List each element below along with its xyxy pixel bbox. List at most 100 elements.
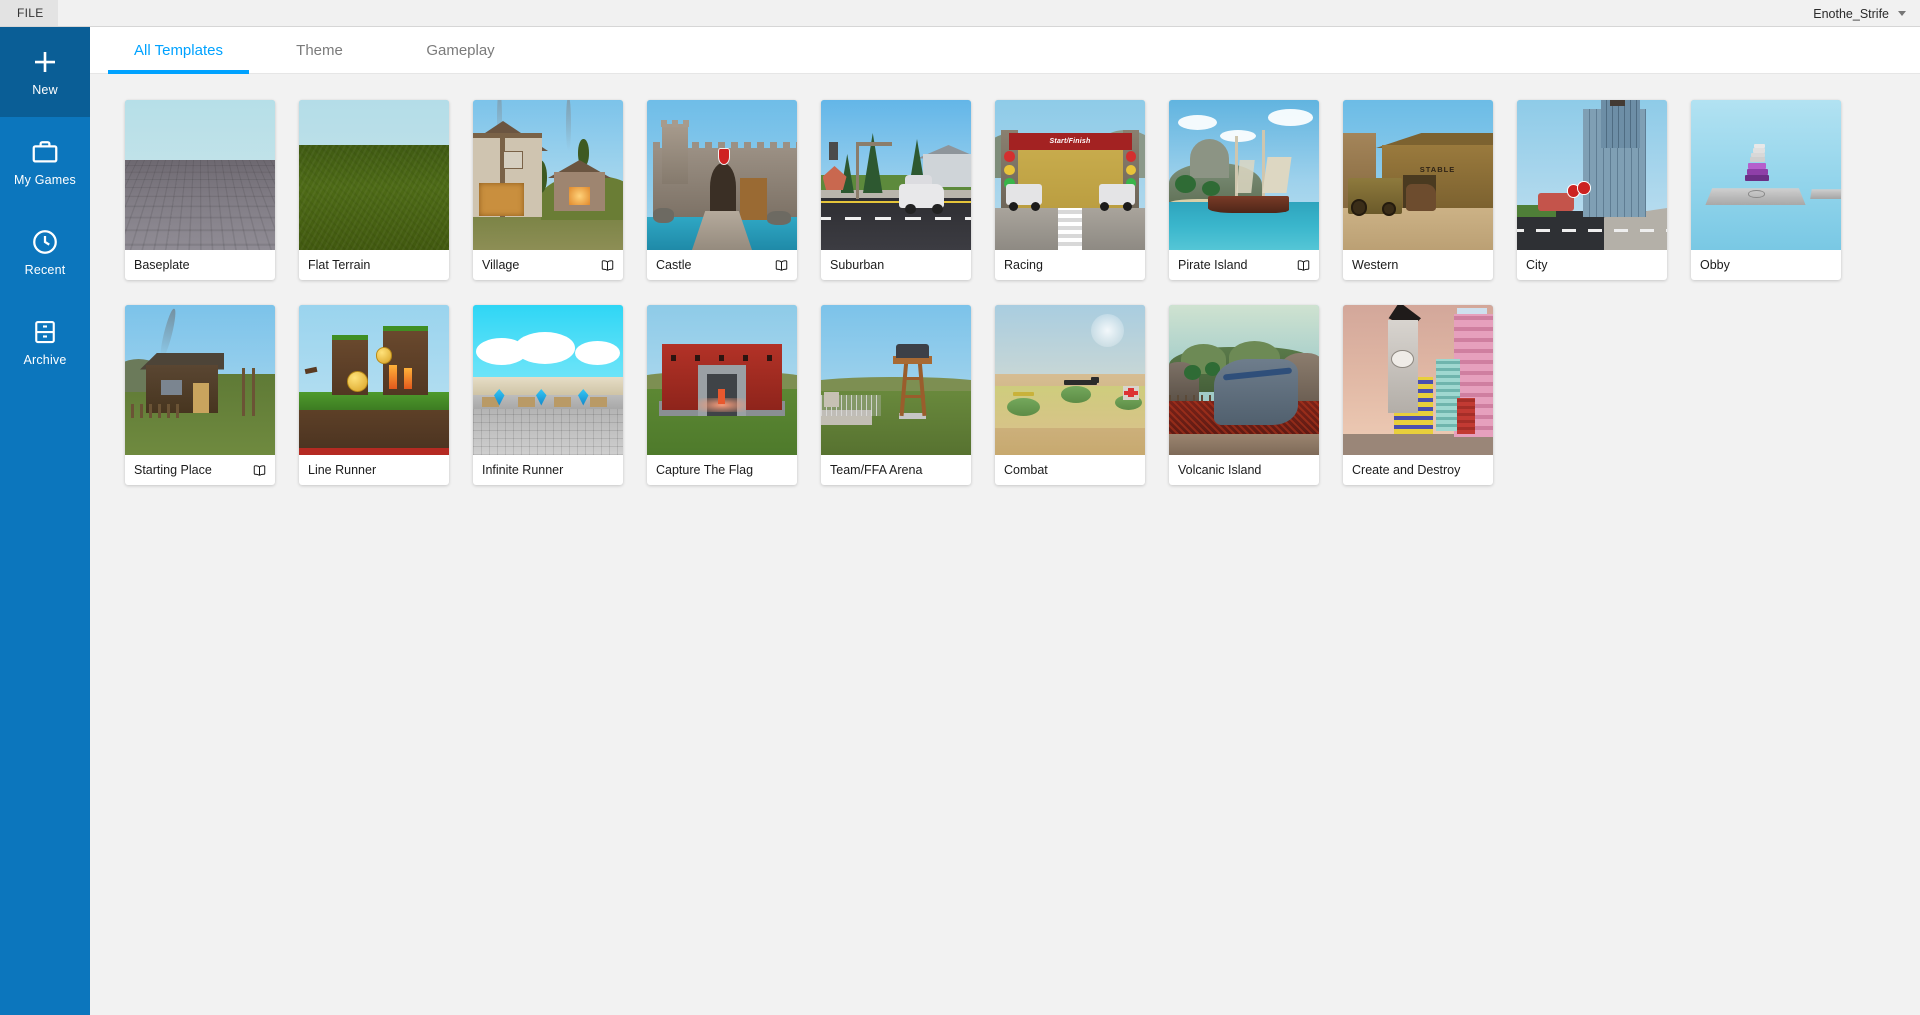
template-card[interactable]: Capture The Flag — [647, 305, 797, 485]
template-title: Capture The Flag — [656, 463, 754, 477]
template-title: Racing — [1004, 258, 1043, 272]
template-card-footer: Team/FFA Arena — [821, 455, 971, 485]
template-card-footer: Racing — [995, 250, 1145, 280]
template-title: Baseplate — [134, 258, 190, 272]
template-title: Team/FFA Arena — [830, 463, 923, 477]
template-card[interactable]: Pirate Island — [1169, 100, 1319, 280]
sidebar-item-archive[interactable]: Archive — [0, 297, 90, 387]
template-thumbnail — [125, 305, 275, 455]
menu-bar: FILE Enothe_Strife — [0, 0, 1920, 27]
racing-banner-text: Start/Finish — [1008, 133, 1132, 150]
sidebar-item-my-games[interactable]: My Games — [0, 117, 90, 207]
template-thumbnail — [299, 305, 449, 455]
template-card[interactable]: Volcanic Island — [1169, 305, 1319, 485]
template-thumbnail — [1169, 305, 1319, 455]
template-card-footer: Line Runner — [299, 455, 449, 485]
tab-bar: All Templates Theme Gameplay — [90, 27, 1920, 74]
template-thumbnail — [1343, 305, 1493, 455]
sidebar-item-label: New — [32, 83, 58, 98]
template-title: Obby — [1700, 258, 1730, 272]
template-title: Volcanic Island — [1178, 463, 1262, 477]
template-card-footer: Volcanic Island — [1169, 455, 1319, 485]
plus-icon — [30, 47, 60, 77]
template-card-footer: Baseplate — [125, 250, 275, 280]
template-card[interactable]: STABLE Western — [1343, 100, 1493, 280]
template-thumbnail — [647, 305, 797, 455]
template-thumbnail: Start/Finish — [995, 100, 1145, 250]
template-card[interactable]: Suburban — [821, 100, 971, 280]
template-title: Suburban — [830, 258, 885, 272]
template-title: Village — [482, 258, 520, 272]
template-thumbnail — [473, 100, 623, 250]
sidebar-item-label: Archive — [23, 353, 67, 368]
template-title: Pirate Island — [1178, 258, 1248, 272]
book-icon[interactable] — [252, 463, 267, 478]
template-card[interactable]: Baseplate — [125, 100, 275, 280]
template-card[interactable]: Castle — [647, 100, 797, 280]
template-title: Castle — [656, 258, 692, 272]
template-thumbnail — [299, 100, 449, 250]
app-body: New My Games Recent Archive All Templates Th… — [0, 27, 1920, 1015]
template-title: Line Runner — [308, 463, 377, 477]
sidebar: New My Games Recent Archive — [0, 27, 90, 1015]
template-card[interactable]: Combat — [995, 305, 1145, 485]
template-title: Combat — [1004, 463, 1048, 477]
template-thumbnail — [473, 305, 623, 455]
chevron-down-icon — [1898, 11, 1906, 16]
content-area: All Templates Theme Gameplay Baseplate Flat… — [90, 27, 1920, 1015]
account-menu[interactable]: Enothe_Strife — [1813, 0, 1906, 27]
template-card[interactable]: Infinite Runner — [473, 305, 623, 485]
template-card[interactable]: Starting Place — [125, 305, 275, 485]
tab-theme[interactable]: Theme — [249, 27, 390, 73]
sidebar-item-new[interactable]: New — [0, 27, 90, 117]
sidebar-item-label: Recent — [24, 263, 66, 278]
book-icon[interactable] — [1296, 258, 1311, 273]
template-card-footer: Pirate Island — [1169, 250, 1319, 280]
archive-icon — [30, 317, 60, 347]
template-card-footer: Capture The Flag — [647, 455, 797, 485]
template-card[interactable]: City — [1517, 100, 1667, 280]
template-title: Create and Destroy — [1352, 463, 1461, 477]
template-grid-scroll[interactable]: Baseplate Flat Terrain Village Castle Suburb… — [90, 74, 1920, 1015]
template-card[interactable]: Flat Terrain — [299, 100, 449, 280]
template-card-footer: Suburban — [821, 250, 971, 280]
template-thumbnail: STABLE — [1343, 100, 1493, 250]
template-card-footer: Village — [473, 250, 623, 280]
template-card[interactable]: Line Runner — [299, 305, 449, 485]
book-icon[interactable] — [774, 258, 789, 273]
template-card[interactable]: Create and Destroy — [1343, 305, 1493, 485]
template-thumbnail — [821, 100, 971, 250]
template-thumbnail — [1691, 100, 1841, 250]
template-title: City — [1526, 258, 1548, 272]
template-card[interactable]: Team/FFA Arena — [821, 305, 971, 485]
template-card-footer: Castle — [647, 250, 797, 280]
sidebar-item-recent[interactable]: Recent — [0, 207, 90, 297]
template-thumbnail — [125, 100, 275, 250]
template-thumbnail — [821, 305, 971, 455]
template-card-footer: Western — [1343, 250, 1493, 280]
briefcase-icon — [30, 137, 60, 167]
clock-icon — [30, 227, 60, 257]
template-card-footer: Infinite Runner — [473, 455, 623, 485]
account-name-label: Enothe_Strife — [1813, 6, 1889, 21]
template-card-footer: Starting Place — [125, 455, 275, 485]
template-card-footer: Combat — [995, 455, 1145, 485]
template-title: Western — [1352, 258, 1399, 272]
template-card[interactable]: Obby — [1691, 100, 1841, 280]
template-grid: Baseplate Flat Terrain Village Castle Suburb… — [90, 100, 1920, 485]
template-card-footer: Create and Destroy — [1343, 455, 1493, 485]
tab-gameplay[interactable]: Gameplay — [390, 27, 531, 73]
template-title: Infinite Runner — [482, 463, 564, 477]
template-title: Starting Place — [134, 463, 212, 477]
template-thumbnail — [647, 100, 797, 250]
template-card-footer: Flat Terrain — [299, 250, 449, 280]
book-icon[interactable] — [600, 258, 615, 273]
template-thumbnail — [1517, 100, 1667, 250]
template-card[interactable]: Village — [473, 100, 623, 280]
template-card-footer: Obby — [1691, 250, 1841, 280]
template-card[interactable]: Start/Finish Racing — [995, 100, 1145, 280]
tab-all-templates[interactable]: All Templates — [108, 27, 249, 74]
sidebar-item-label: My Games — [13, 173, 77, 188]
template-thumbnail — [995, 305, 1145, 455]
file-menu-button[interactable]: FILE — [0, 0, 58, 26]
